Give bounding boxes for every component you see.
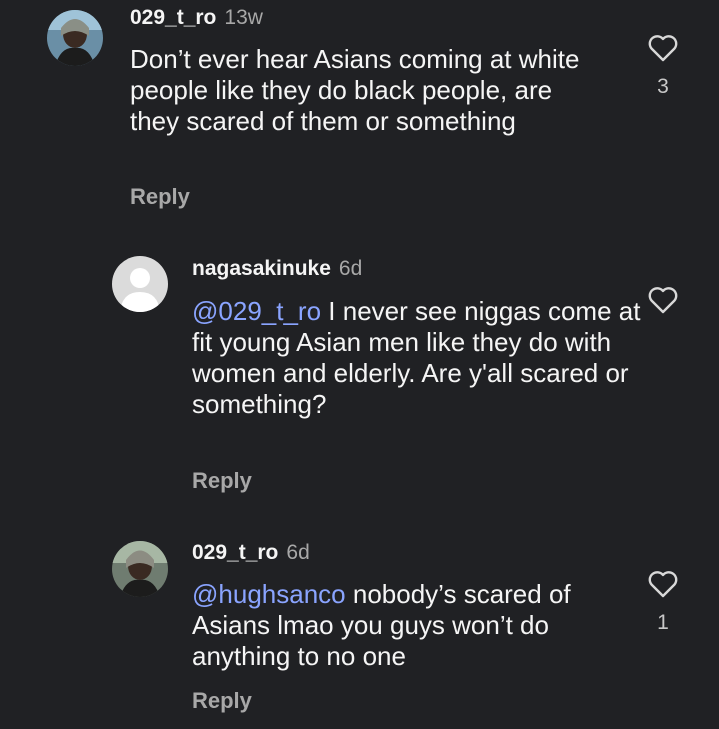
comment-header: 029_t_ro 6d [192,540,310,566]
default-avatar-icon [112,256,168,312]
like-count: 3 [657,75,669,98]
avatar[interactable] [112,541,168,597]
comment-text: @hughsanco nobody’s scared of Asians lma… [192,579,652,672]
reply-button[interactable]: Reply [192,687,252,715]
mention-link[interactable]: @hughsanco [192,579,346,609]
comment-header: 029_t_ro 13w [130,5,263,31]
comment-header: nagasakinuke 6d [192,256,362,282]
heart-icon[interactable] [647,33,679,63]
avatar[interactable] [47,10,103,66]
user-photo-avatar-icon [112,541,168,597]
timestamp: 13w [224,6,263,29]
reply-button[interactable]: Reply [192,467,252,495]
like-control [643,285,683,327]
like-control: 1 [643,569,683,635]
like-control: 3 [643,33,683,99]
username[interactable]: 029_t_ro [192,541,278,564]
comment-text: @029_t_ro I never see niggas come at fit… [192,296,652,420]
heart-icon[interactable] [647,285,679,315]
username[interactable]: nagasakinuke [192,257,331,280]
username[interactable]: 029_t_ro [130,6,216,29]
timestamp: 6d [338,257,363,280]
heart-icon[interactable] [647,569,679,599]
comment-text: Don’t ever hear Asians coming at white p… [130,44,580,136]
mention-link[interactable]: @029_t_ro [192,296,321,326]
avatar[interactable] [112,256,168,312]
timestamp: 6d [286,541,310,564]
reply-button[interactable]: Reply [130,183,190,211]
like-count: 1 [657,611,669,634]
user-photo-avatar-icon [47,10,103,66]
